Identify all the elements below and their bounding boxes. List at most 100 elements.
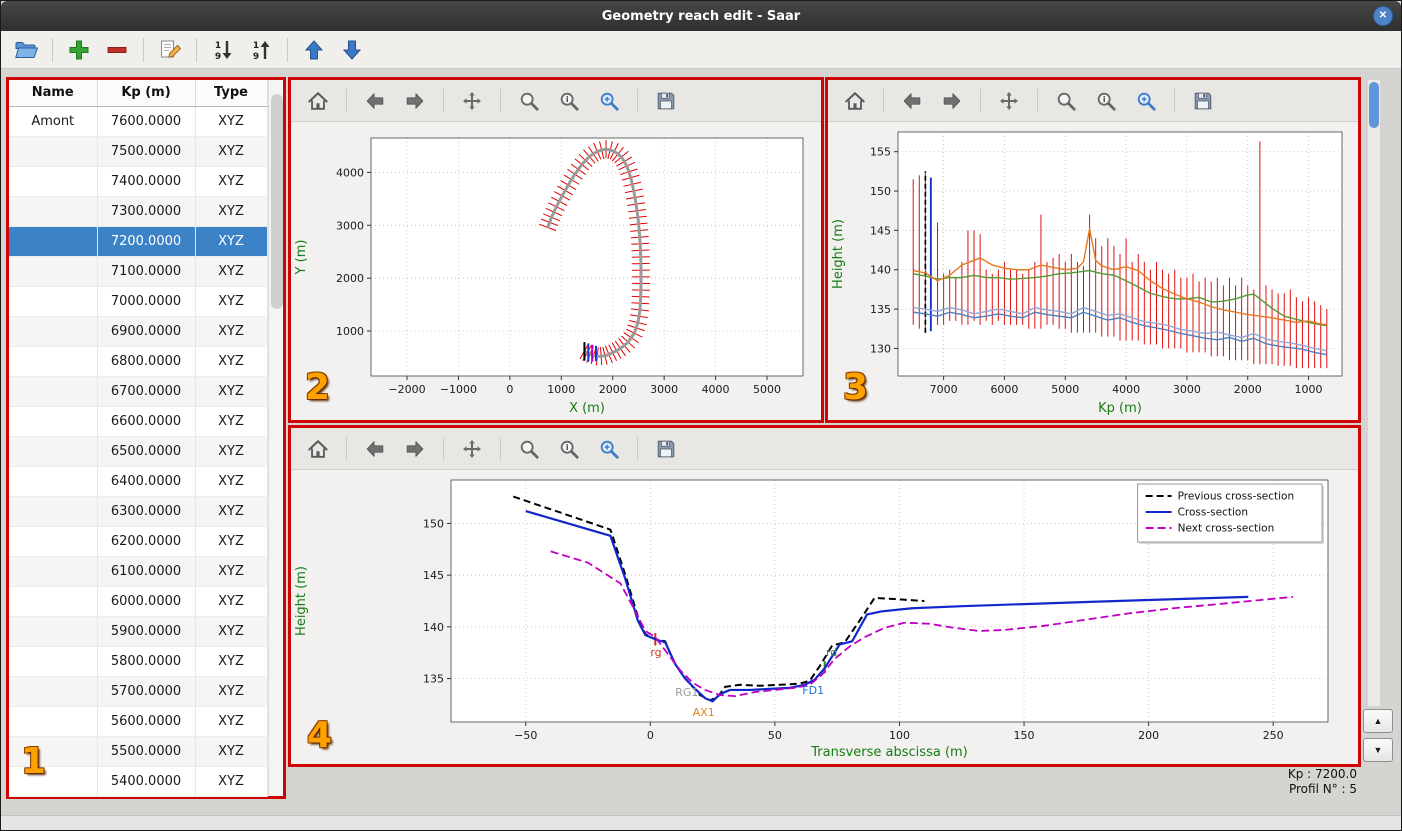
forward-button[interactable] [400,86,430,116]
table-cell[interactable] [9,436,98,467]
back-button[interactable] [360,434,390,464]
table-row[interactable]: 5600.0000 XYZ [9,706,268,737]
save-figure-button[interactable] [651,434,681,464]
table-cell[interactable]: 6600.0000 [97,406,196,437]
table-row[interactable]: Amont 7600.0000 XYZ [9,106,268,137]
table-row[interactable]: 6100.0000 XYZ [9,556,268,587]
table-cell[interactable]: XYZ [195,706,268,737]
zoom-button[interactable] [514,434,544,464]
table-cell[interactable]: 6900.0000 [97,316,196,347]
column-header-name[interactable]: Name [9,80,98,107]
table-cell[interactable]: 6500.0000 [97,436,196,467]
table-cell[interactable]: XYZ [195,136,268,167]
table-cell[interactable]: 6200.0000 [97,526,196,557]
table-cell[interactable]: Amont [9,106,98,137]
table-cell[interactable]: XYZ [195,196,268,227]
move-down-button[interactable] [337,35,367,65]
back-button[interactable] [360,86,390,116]
table-cell[interactable]: XYZ [195,256,268,287]
table-cell[interactable]: 7100.0000 [97,256,196,287]
sort-ascending-button[interactable] [246,35,276,65]
remove-profile-button[interactable] [102,35,132,65]
table-cell[interactable]: XYZ [195,166,268,197]
table-row[interactable]: 5800.0000 XYZ [9,646,268,677]
table-scrollbar-thumb[interactable] [270,94,283,309]
table-cell[interactable]: 7300.0000 [97,196,196,227]
table-row[interactable]: 7300.0000 XYZ [9,196,268,227]
pan-button[interactable] [994,86,1024,116]
zoom-detail-button[interactable] [1091,86,1121,116]
previous-profile-button[interactable]: ▲ [1363,709,1393,733]
table-cell[interactable] [9,196,98,227]
table-cell[interactable] [9,316,98,347]
table-cell[interactable]: 6700.0000 [97,376,196,407]
table-cell[interactable]: XYZ [195,346,268,377]
pan-button[interactable] [457,434,487,464]
table-cell[interactable] [9,706,98,737]
table-cell[interactable] [9,346,98,377]
sort-descending-button[interactable] [208,35,238,65]
table-row[interactable]: 7100.0000 XYZ [9,256,268,287]
table-cell[interactable] [9,646,98,677]
table-cell[interactable]: XYZ [195,496,268,527]
zoom-button[interactable] [514,86,544,116]
home-button[interactable] [303,86,333,116]
table-row[interactable]: 7200.0000 XYZ [9,226,268,257]
zoom-button[interactable] [1051,86,1081,116]
table-cell[interactable]: 6800.0000 [97,346,196,377]
table-cell[interactable]: 7000.0000 [97,286,196,317]
table-cell[interactable]: XYZ [195,436,268,467]
table-cell[interactable] [9,166,98,197]
table-cell[interactable]: XYZ [195,316,268,347]
table-cell[interactable] [9,496,98,527]
right-scrollbar-thumb[interactable] [1369,82,1379,128]
table-cell[interactable]: 5700.0000 [97,676,196,707]
right-scrollbar[interactable] [1367,79,1381,707]
table-cell[interactable]: 5400.0000 [97,766,196,797]
table-cell[interactable] [9,286,98,317]
zoom-region-button[interactable] [594,86,624,116]
table-row[interactable]: 6000.0000 XYZ [9,586,268,617]
forward-button[interactable] [937,86,967,116]
table-cell[interactable] [9,526,98,557]
add-profile-button[interactable] [64,35,94,65]
pan-button[interactable] [457,86,487,116]
table-cell[interactable] [9,376,98,407]
table-cell[interactable]: XYZ [195,466,268,497]
table-cell[interactable]: 6400.0000 [97,466,196,497]
forward-button[interactable] [400,434,430,464]
table-cell[interactable]: 7600.0000 [97,106,196,137]
table-cell[interactable]: XYZ [195,286,268,317]
column-header-type[interactable]: Type [195,80,268,107]
longitudinal-profile-chart[interactable]: 7000 6000 5000 4000 3000 2000 1000 130 135 140 145… [828,122,1358,420]
table-row[interactable]: 6300.0000 XYZ [9,496,268,527]
back-button[interactable] [897,86,927,116]
table-cell[interactable]: 6000.0000 [97,586,196,617]
home-button[interactable] [840,86,870,116]
table-row[interactable]: 7500.0000 XYZ [9,136,268,167]
table-cell[interactable]: 6300.0000 [97,496,196,527]
column-header-kp[interactable]: Kp (m) [97,80,196,107]
home-button[interactable] [303,434,333,464]
table-cell[interactable]: XYZ [195,736,268,767]
table-cell[interactable] [9,466,98,497]
table-cell[interactable] [9,586,98,617]
table-cell[interactable] [9,556,98,587]
table-cell[interactable]: XYZ [195,586,268,617]
save-figure-button[interactable] [651,86,681,116]
table-cell[interactable]: 6100.0000 [97,556,196,587]
table-cell[interactable]: 7200.0000 [97,226,196,257]
table-row[interactable]: 5700.0000 XYZ [9,676,268,707]
table-row[interactable]: 6800.0000 XYZ [9,346,268,377]
close-button[interactable]: ✕ [1373,6,1393,26]
table-cell[interactable] [9,226,98,257]
table-cell[interactable] [9,616,98,647]
table-row[interactable]: 6600.0000 XYZ [9,406,268,437]
table-cell[interactable]: XYZ [195,766,268,797]
table-cell[interactable]: 7500.0000 [97,136,196,167]
table-row[interactable]: 5900.0000 XYZ [9,616,268,647]
table-cell[interactable]: XYZ [195,646,268,677]
table-cell[interactable]: XYZ [195,406,268,437]
table-cell[interactable]: XYZ [195,526,268,557]
table-cell[interactable] [9,256,98,287]
